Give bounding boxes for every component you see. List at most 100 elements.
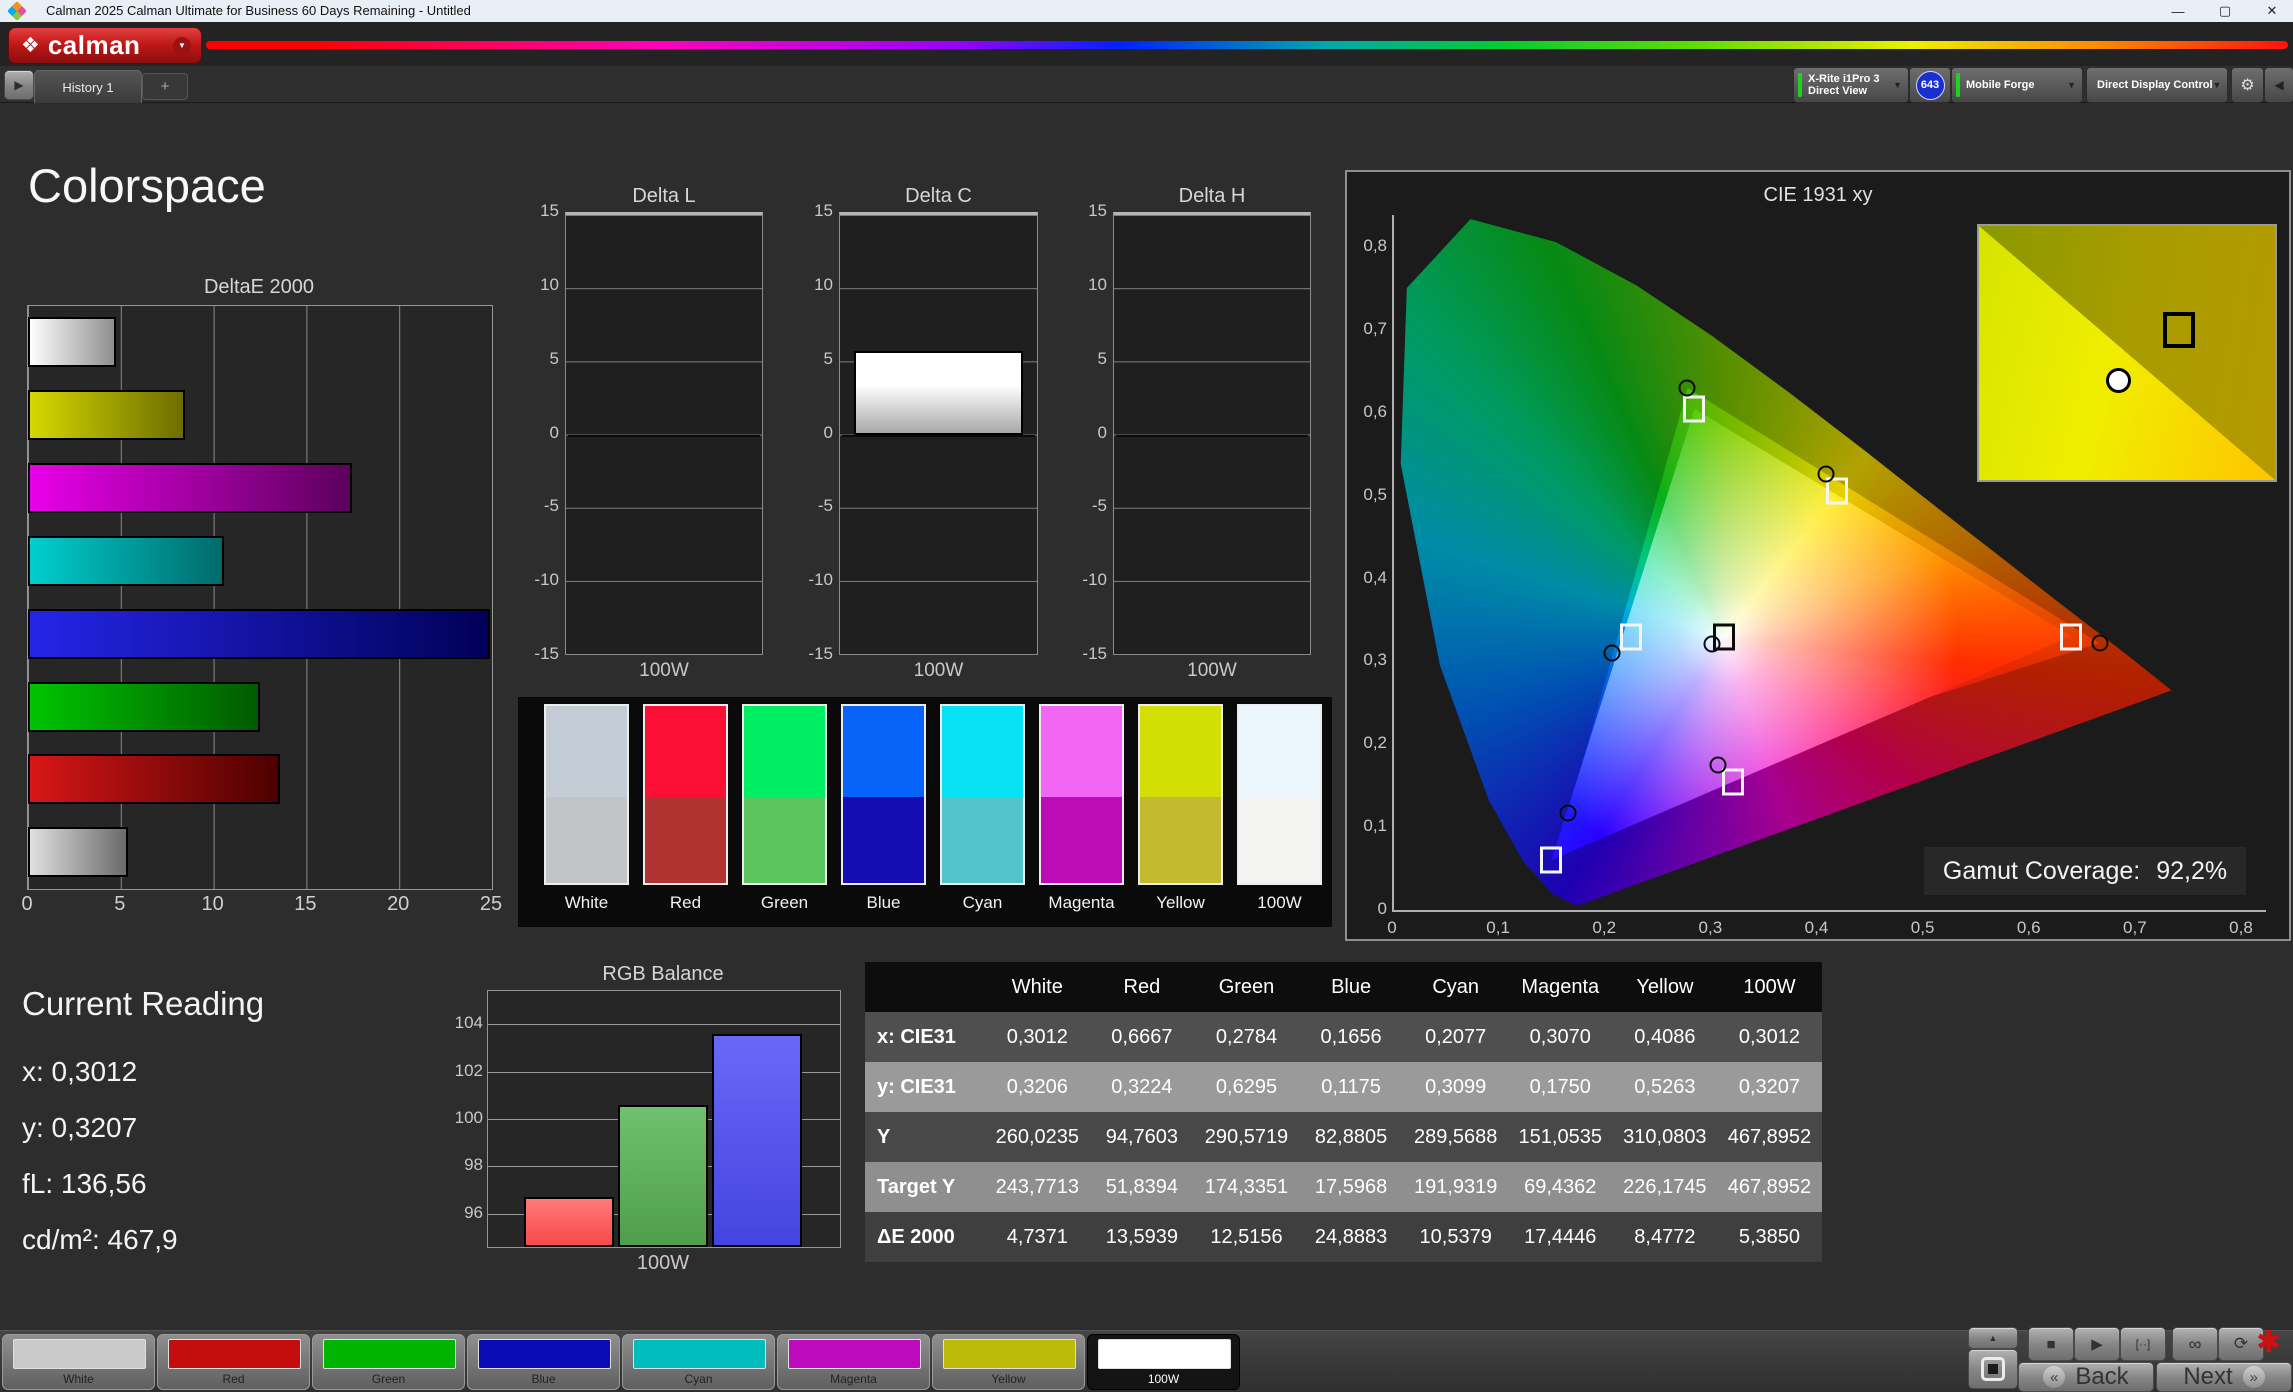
add-tab-button[interactable]: + (142, 73, 188, 100)
pattern-button-white[interactable]: White (2, 1334, 155, 1390)
cie-y-tick: 0,4 (1349, 568, 1387, 588)
deltae-chart-title: DeltaE 2000 (27, 276, 491, 299)
table-row-label: y: CIE31 (865, 1076, 985, 1099)
table-header-row: WhiteRedGreenBlueCyanMagentaYellow100W (865, 962, 1822, 1012)
collapse-panel-icon[interactable]: ◀ (2264, 67, 2293, 103)
pattern-button-magenta[interactable]: Magenta (777, 1334, 930, 1390)
table-cell: 10,5379 (1403, 1226, 1508, 1249)
pattern-button-blue[interactable]: Blue (467, 1334, 620, 1390)
pattern-label: Cyan (623, 1372, 774, 1386)
pattern-swatch-red (168, 1339, 301, 1369)
rainbow-stripe (206, 41, 2288, 49)
cie-target-square-green (1683, 395, 1705, 422)
current-reading-line: x: 0,3012 (22, 1056, 137, 1088)
table-column-header-100w: 100W (1717, 976, 1822, 999)
cie-chart-title: CIE 1931 xy (1347, 184, 2289, 207)
swatch-actual-white (546, 706, 627, 797)
table-row-label: ΔE 2000 (865, 1226, 985, 1249)
rgb-y-tick: 98 (441, 1155, 483, 1175)
rgb-gridline (488, 1024, 840, 1025)
pattern-swatch-cyan (633, 1339, 766, 1369)
dc-y-tick: -5 (795, 496, 833, 516)
table-cell: 0,5263 (1613, 1076, 1718, 1099)
rgb-balance-xlabel: 100W (487, 1252, 839, 1275)
source-selector[interactable]: Mobile Forge ▼ (1951, 67, 2083, 103)
close-button-icon[interactable]: ✕ (2255, 0, 2289, 22)
deltae-x-tick: 20 (387, 893, 409, 916)
dc-y-tick: 5 (795, 349, 833, 369)
rgb-y-tick: 96 (441, 1203, 483, 1223)
dh-y-tick: -5 (1069, 496, 1107, 516)
deltae-bar-red (28, 754, 280, 804)
cie-x-tick: 0,4 (1805, 918, 1829, 938)
dh-y-tick: -15 (1069, 644, 1107, 664)
cie-measured-circle-white (1703, 636, 1720, 653)
settings-gear-icon[interactable]: ⚙ (2231, 67, 2264, 103)
meter-count-button[interactable]: 643 (1909, 67, 1951, 103)
next-button[interactable]: Next » (2156, 1362, 2292, 1392)
maximize-button-icon[interactable]: ▢ (2208, 0, 2242, 22)
swatch-actual-yellow (1140, 706, 1221, 797)
swatch-target-100w (1239, 797, 1320, 883)
table-cell: 0,2784 (1194, 1026, 1299, 1049)
measurement-table: WhiteRedGreenBlueCyanMagentaYellow100Wx:… (865, 962, 1822, 1262)
window-title: Calman 2025 Calman Ultimate for Business… (46, 3, 471, 18)
dl-y-tick: -10 (521, 570, 559, 590)
pattern-label: Yellow (933, 1372, 1084, 1386)
table-cell: 69,4362 (1508, 1176, 1613, 1199)
pattern-button-100w[interactable]: 100W (1087, 1334, 1240, 1390)
back-button[interactable]: « Back (2018, 1362, 2154, 1392)
swatch-label: Yellow (1136, 893, 1225, 913)
play-icon[interactable]: ▶ (2074, 1327, 2120, 1361)
cie-y-tick: 0,8 (1349, 236, 1387, 256)
back-arrow-icon: « (2043, 1366, 2065, 1388)
next-label: Next (2183, 1363, 2232, 1391)
rgb-bar-blue (712, 1034, 802, 1247)
current-reading-line: cd/m²: 467,9 (22, 1224, 178, 1256)
dh-y-tick: 10 (1069, 275, 1107, 295)
meter-selector[interactable]: X-Rite i1Pro 3 Direct View ▼ (1793, 67, 1909, 103)
pattern-button-cyan[interactable]: Cyan (622, 1334, 775, 1390)
cie-y-tick: 0,7 (1349, 319, 1387, 339)
pattern-button-yellow[interactable]: Yellow (932, 1334, 1085, 1390)
swatch-actual-blue (843, 706, 924, 797)
swatch-label: Blue (839, 893, 928, 913)
swatch-actual-magenta (1041, 706, 1122, 797)
dc-y-tick: -15 (795, 644, 833, 664)
stop-icon[interactable]: ■ (2028, 1327, 2074, 1361)
tab-scroll-icon[interactable]: ▶ (4, 70, 34, 100)
minimize-button-icon[interactable]: — (2161, 0, 2195, 22)
panel-up-icon[interactable]: ▲ (1968, 1327, 2018, 1349)
cie-chart-panel: CIE 1931 xy 00,10,20,30,40,50,60,70,800,… (1345, 170, 2291, 941)
read-series-icon[interactable]: [··] (2120, 1327, 2166, 1361)
rgb-balance-title: RGB Balance (487, 963, 839, 986)
dl-y-tick: 15 (521, 201, 559, 221)
table-column-header-white: White (985, 976, 1090, 999)
pattern-button-green[interactable]: Green (312, 1334, 465, 1390)
pattern-window-button[interactable] (1968, 1349, 2018, 1389)
pattern-button-red[interactable]: Red (157, 1334, 310, 1390)
calman-menu-button[interactable]: ❖ calman ▼ (8, 27, 202, 64)
swatch-target-red (645, 797, 726, 883)
deltae-x-tick: 5 (114, 893, 125, 916)
cie-y-tick: 0 (1349, 899, 1387, 919)
pattern-label: Red (158, 1372, 309, 1386)
table-cell: 0,3099 (1403, 1076, 1508, 1099)
cie-y-tick: 0,1 (1349, 816, 1387, 836)
dl-y-tick: 0 (521, 423, 559, 443)
cie-x-tick: 0 (1387, 918, 1396, 938)
cie-x-tick: 0,1 (1486, 918, 1510, 938)
delta-h-plot (1113, 212, 1311, 655)
swatch-target-green (744, 797, 825, 883)
swatch-column-blue (841, 704, 926, 885)
continuous-read-icon[interactable]: ∞ (2172, 1327, 2218, 1361)
swatch-actual-green (744, 706, 825, 797)
table-cell: 310,0803 (1613, 1126, 1718, 1149)
display-control-selector[interactable]: Direct Display Control ▼ (2086, 67, 2228, 103)
swatch-actual-red (645, 706, 726, 797)
delta-l-title: Delta L (565, 185, 763, 208)
table-cell: 17,4446 (1508, 1226, 1613, 1249)
tab-history[interactable]: History 1 (34, 70, 142, 103)
table-cell: 0,6295 (1194, 1076, 1299, 1099)
delta-c-plot (839, 212, 1038, 655)
